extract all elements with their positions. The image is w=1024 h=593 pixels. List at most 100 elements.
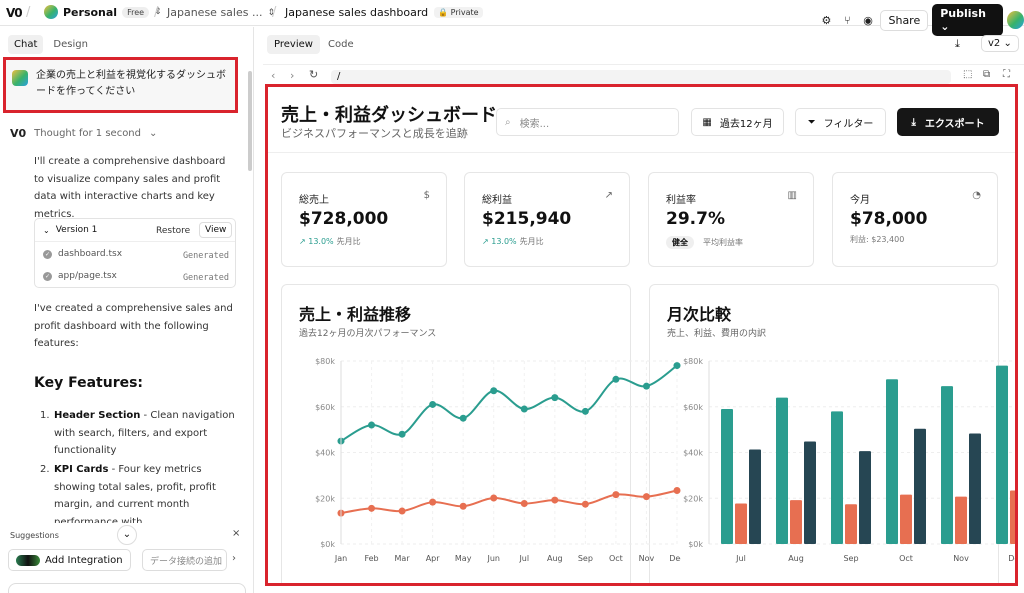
x-tick-label: Apr [426, 554, 441, 563]
data-point [642, 493, 650, 501]
user-message-text: 企業の売上と利益を視覚化するダッシュボードを作ってください [36, 70, 226, 97]
close-icon[interactable]: × [232, 528, 240, 539]
card-title: 月次比較 [667, 305, 732, 324]
v0-logo[interactable]: V0 [6, 6, 23, 20]
project-name: Japanese sales ... [167, 6, 263, 19]
v0-icon: V0 [10, 127, 27, 140]
new-window-icon[interactable]: ⧉ [983, 69, 990, 80]
thought-toggle[interactable]: V0 Thought for 1 second ⌄ [10, 127, 157, 140]
data-point [612, 375, 620, 383]
data-point [642, 382, 650, 390]
features-heading: Key Features: [34, 375, 144, 391]
x-tick-label: Oct [609, 554, 623, 563]
tab-code[interactable]: Code [321, 35, 361, 54]
chat-input[interactable] [8, 583, 246, 593]
scrollbar[interactable] [248, 71, 252, 171]
file-row[interactable]: ✓ app/page.tsx [43, 271, 117, 281]
restore-button[interactable]: Restore [156, 226, 190, 236]
bar [996, 365, 1008, 544]
trending-up-icon: ↗ [604, 190, 613, 201]
bar [804, 441, 816, 544]
data-point [490, 494, 498, 502]
bar [776, 397, 788, 544]
y-tick-label: $40k [315, 449, 335, 458]
y-tick-label: $0k [320, 540, 335, 549]
feature-title: KPI Cards [54, 464, 109, 475]
workspace-switcher[interactable]: Personal Free ⇕ [44, 5, 162, 19]
tab-preview[interactable]: Preview [267, 35, 320, 54]
top-bar: V0 / Personal Free ⇕ / Japanese sales ..… [0, 0, 1024, 36]
x-tick-label: Jul [735, 554, 746, 563]
y-tick-label: $80k [683, 357, 703, 366]
kpi-card-profit-margin: 利益率 ▥ 29.7% 健全 平均利益率 [648, 172, 814, 267]
dashboard-title: 売上・利益ダッシュボード [281, 105, 497, 126]
version-select[interactable]: v2 ⌄ [981, 35, 1019, 52]
data-connection-chip[interactable]: データ接続の追加 [142, 549, 227, 571]
filter-label: フィルター [823, 118, 874, 130]
export-button[interactable]: ⤓ エクスポート [897, 108, 999, 136]
kpi-change: 利益: $23,400 [850, 234, 904, 245]
chevron-right-icon[interactable]: › [232, 553, 236, 564]
add-integration-chip[interactable]: Add Integration [8, 549, 131, 571]
project-switcher[interactable]: Japanese sales ... ⇕ [167, 6, 275, 19]
refresh-icon[interactable]: ↻ [309, 68, 318, 81]
search-input[interactable]: ⌕ 検索... [496, 108, 679, 136]
data-point [581, 500, 589, 508]
x-tick-label: Dec [1008, 554, 1018, 563]
bar [955, 496, 967, 544]
fullscreen-icon[interactable]: ⛶ [1003, 69, 1010, 80]
download-icon: ⤓ [911, 116, 916, 128]
download-icon[interactable]: ⤓ [955, 37, 960, 51]
version-label: Version 1 [55, 225, 98, 235]
feature-title: Header Section [54, 410, 141, 421]
data-point [459, 502, 467, 510]
bar [914, 428, 926, 544]
card-subtitle: 過去12ヶ月の月次パフォーマンス [299, 329, 437, 339]
version-header: ⌄ Version 1 [43, 225, 97, 235]
search-icon: ⌕ [505, 116, 511, 128]
bar [735, 503, 747, 544]
visibility-badge[interactable]: 🔒 Private [434, 7, 483, 18]
tab-design[interactable]: Design [47, 35, 94, 54]
url-input[interactable]: / [331, 70, 951, 84]
data-point [520, 405, 528, 413]
list-number: 1. [40, 410, 50, 421]
bar-chart: $0k $20k $40k $60k $80k Jul Aug Sep Oct Nov Dec [683, 357, 1018, 563]
x-tick-label: Aug [547, 554, 563, 563]
file-name: app/page.tsx [58, 271, 117, 281]
y-tick-label: $60k [683, 403, 703, 412]
bar [941, 386, 953, 544]
chip-label: データ接続の追加 [150, 557, 223, 567]
assistant-intro: I'll create a comprehensive dashboard to… [34, 156, 226, 220]
scroll-down-button[interactable]: ⌄ [117, 525, 137, 545]
thought-label: Thought for 1 second [34, 128, 141, 139]
select-icon[interactable]: ⬚ [963, 69, 972, 80]
kpi-card-total-profit: 総利益 ↗ $215,940 ↗ 13.0% 先月比 [464, 172, 630, 267]
filter-icon: ⏷ [807, 116, 816, 128]
period-button[interactable]: ▦ 過去12ヶ月 [691, 108, 784, 136]
suggestions-panel: Suggestions ⌄ × Add Integration データ接続の追加… [0, 523, 253, 593]
kpi-value: 29.7% [666, 209, 725, 229]
file-row[interactable]: ✓ dashboard.tsx [43, 249, 122, 259]
plan-badge: Free [122, 6, 150, 18]
bar-chart-icon: ▥ [787, 190, 797, 201]
tab-chat[interactable]: Chat [8, 35, 44, 54]
forward-icon[interactable]: › [290, 69, 294, 82]
publish-label: Publish [940, 7, 986, 20]
data-point [429, 400, 437, 408]
kpi-label: 今月 [850, 195, 870, 206]
kpi-card-this-month: 今月 ◔ $78,000 利益: $23,400 [832, 172, 998, 267]
back-icon[interactable]: ‹ [271, 69, 275, 82]
file-name: dashboard.tsx [58, 249, 123, 259]
integration-icons [16, 554, 40, 566]
data-point [368, 421, 376, 429]
export-label: エクスポート [924, 118, 985, 130]
kpi-label: 利益率 [666, 195, 696, 206]
view-button[interactable]: View [199, 222, 233, 238]
kpi-label: 総売上 [299, 195, 329, 206]
bar [749, 449, 761, 544]
x-tick-label: May [455, 554, 472, 563]
filter-button[interactable]: ⏷ フィルター [795, 108, 886, 136]
x-tick-label: Sep [843, 554, 858, 563]
search-placeholder: 検索... [519, 118, 550, 130]
